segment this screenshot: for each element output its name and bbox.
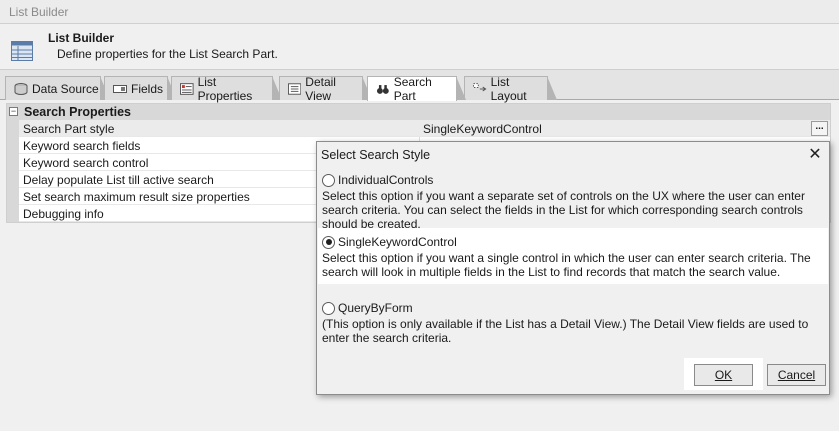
- option-description: Select this option if you want a single …: [322, 251, 811, 279]
- tab-strip: Data Source Fields List Properties Detai…: [0, 70, 839, 103]
- tab-detail-view[interactable]: Detail View: [279, 74, 372, 103]
- option-single-keyword-control[interactable]: SingleKeywordControl Select this option …: [318, 228, 828, 284]
- list-builder-icon: [11, 41, 33, 61]
- tab-fields[interactable]: Fields: [104, 76, 177, 100]
- row-gutter: [7, 205, 19, 222]
- page-subtitle: Define properties for the List Search Pa…: [57, 47, 278, 61]
- property-value[interactable]: SingleKeywordControl: [423, 122, 542, 136]
- tab-label: Search Part: [393, 75, 432, 103]
- option-label[interactable]: IndividualControls: [338, 173, 433, 187]
- database-icon: [14, 82, 28, 95]
- radio-individual-controls[interactable]: [322, 173, 335, 187]
- property-name: Search Part style: [23, 122, 115, 136]
- tab-label: List Layout: [490, 74, 527, 103]
- option-individual-controls[interactable]: IndividualControls Select this option if…: [318, 170, 828, 231]
- property-name: Keyword search control: [23, 156, 149, 170]
- row-gutter: [7, 120, 19, 137]
- page-header: List Builder Define properties for the L…: [0, 24, 839, 70]
- detail-view-icon: [288, 82, 302, 95]
- page-title: List Builder: [48, 31, 115, 45]
- row-gutter: [7, 171, 19, 188]
- tab-label: Detail View: [305, 74, 336, 103]
- window-title: List Builder: [9, 5, 69, 19]
- option-query-by-form[interactable]: QueryByForm (This option is only availab…: [318, 298, 828, 346]
- property-name: Set search maximum result size propertie…: [23, 190, 250, 204]
- property-name: Debugging info: [23, 207, 104, 221]
- window-titlebar: List Builder: [0, 0, 839, 24]
- tab-label: Fields: [131, 81, 164, 96]
- cancel-button[interactable]: Cancel: [767, 364, 826, 386]
- close-icon[interactable]: ✕: [806, 146, 824, 164]
- radio-query-by-form[interactable]: [322, 301, 335, 315]
- tab-list-properties[interactable]: List Properties: [171, 74, 282, 103]
- collapse-icon[interactable]: −: [9, 107, 18, 116]
- tab-label: List Properties: [197, 74, 253, 103]
- list-properties-icon: [180, 82, 194, 95]
- option-description: Select this option if you want a separat…: [322, 189, 805, 231]
- property-name: Keyword search fields: [23, 139, 141, 153]
- dialog-title: Select Search Style: [321, 148, 431, 162]
- fields-icon: [113, 84, 127, 93]
- ellipsis-button[interactable]: ...: [811, 121, 828, 136]
- row-gutter: [7, 188, 19, 205]
- option-label[interactable]: SingleKeywordControl: [338, 235, 457, 249]
- category-search-properties[interactable]: − Search Properties: [7, 104, 830, 120]
- list-layout-icon: [473, 82, 487, 91]
- category-label: Search Properties: [24, 105, 131, 119]
- ok-button[interactable]: OK: [694, 364, 753, 386]
- property-name: Delay populate List till active search: [23, 173, 214, 187]
- tab-data-source[interactable]: Data Source: [5, 76, 110, 100]
- binoculars-icon: [376, 85, 389, 94]
- option-description: (This option is only available if the Li…: [322, 317, 809, 345]
- row-gutter: [7, 154, 19, 171]
- select-search-style-dialog: Select Search Style ✕ IndividualControls…: [316, 141, 830, 395]
- property-row-search-part-style[interactable]: Search Part style SingleKeywordControl .…: [7, 120, 830, 137]
- row-gutter: [7, 137, 19, 154]
- tab-list-layout[interactable]: List Layout: [464, 74, 557, 103]
- option-label[interactable]: QueryByForm: [338, 301, 413, 315]
- radio-single-keyword-control[interactable]: [322, 235, 335, 249]
- tab-search-part[interactable]: Search Part: [367, 75, 466, 103]
- tab-label: Data Source: [32, 81, 99, 96]
